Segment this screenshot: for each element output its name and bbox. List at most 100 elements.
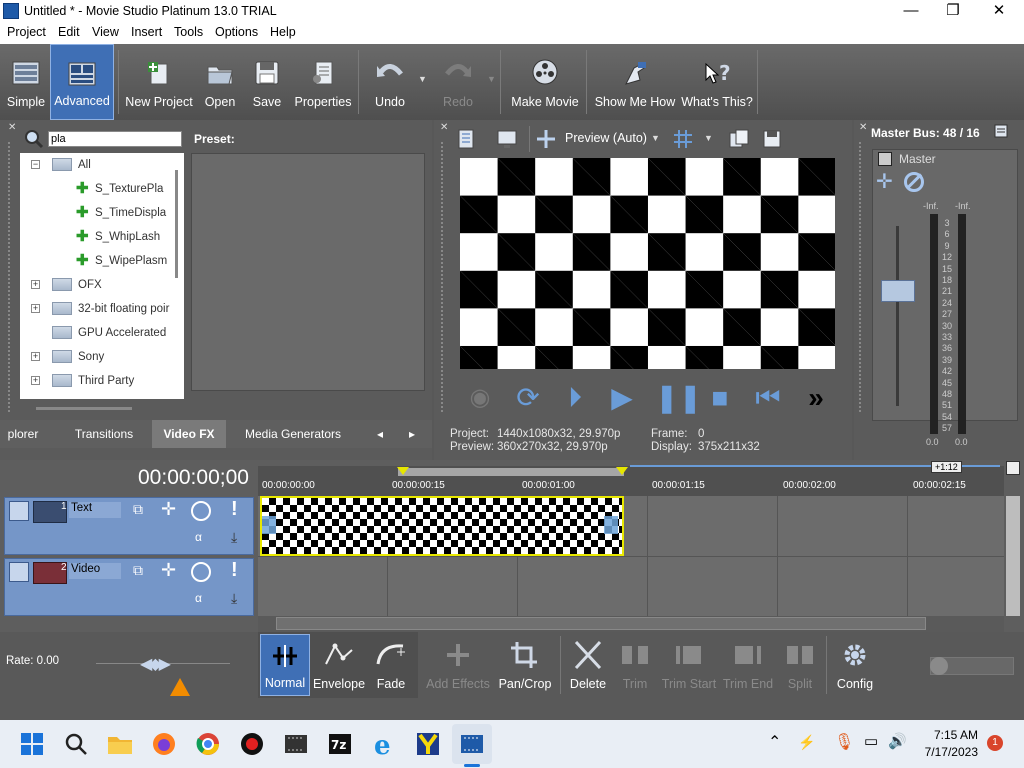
timeline-vertical-scrollbar[interactable] [1006,496,1020,616]
video-output-fx-icon[interactable] [456,128,478,150]
master-fx-icon[interactable]: ✛ [876,172,893,192]
copy-snapshot-icon[interactable] [728,128,750,150]
track-name-field[interactable]: Text [69,502,121,518]
chrome-icon[interactable] [192,728,224,760]
show-hidden-icons-chevron[interactable]: ⌃ [768,732,781,752]
track-header-text[interactable]: 1 Text ⧉ ✛ ! α ⤓ [4,497,254,555]
menu-help[interactable]: Help [270,25,296,39]
loop-start-marker[interactable] [397,467,409,475]
tree-expander-icon[interactable]: + [31,376,40,385]
close-button[interactable]: ✕ [976,0,1022,23]
timeline-ruler[interactable] [258,466,1004,496]
clip-end-handle[interactable] [604,516,618,534]
tree-item-fx[interactable]: ✚ S_TimeDispla [76,202,166,224]
track-alpha-icon[interactable]: α [195,530,202,544]
track-expand-keyframes-icon[interactable]: ⤓ [231,590,237,607]
stop-button[interactable]: ■ [704,382,736,414]
loop-playback-button[interactable]: ⟳ [512,382,544,414]
timeline-marker-button[interactable] [1006,461,1020,475]
timecode-display[interactable]: 00:00:00;00 [138,466,249,490]
track-fx-icon[interactable]: ✛ [161,560,176,581]
tree-expander-icon[interactable]: + [31,352,40,361]
display-icon[interactable]: ▭ [864,732,878,750]
yandex-icon[interactable] [412,728,444,760]
menu-tools[interactable]: Tools [174,25,203,39]
minimize-button[interactable]: — [888,0,934,23]
rate-slider-handle-icon[interactable]: ◀◆▶ [140,654,171,674]
tree-item-folder[interactable]: + Sony [31,346,104,368]
overlays-grid-icon[interactable] [672,128,694,150]
tree-item-fx[interactable]: ✚ S_WhipLash [76,226,160,248]
track-header-video[interactable]: 2 Video ⧉ ✛ ! α ⤓ [4,558,254,616]
pause-button[interactable]: ❚❚ [655,382,702,414]
delete-button[interactable]: Delete [566,634,610,696]
undo-dropdown-icon[interactable]: ▼ [418,74,427,84]
track-mute-icon[interactable] [191,501,211,521]
volume-icon[interactable]: 🔊 [888,732,907,750]
open-button[interactable]: Open [198,44,242,120]
mixer-menu-icon[interactable] [994,124,1008,138]
tab-scroll-right[interactable]: ▸ [400,420,424,448]
tree-item-folder[interactable]: +32-bit floating poir [31,298,169,320]
tree-item-folder[interactable]: + OFX [31,274,102,296]
menu-project[interactable]: Project [7,25,46,39]
track-alpha-icon[interactable]: α [195,591,202,605]
play-from-start-button[interactable]: ⏵ [559,382,591,414]
tab-explorer[interactable]: plorer [0,420,46,448]
master-fader-track[interactable] [896,226,899,406]
simple-button[interactable]: Simple [3,44,49,120]
clip-start-handle[interactable] [262,516,276,534]
master-close-icon[interactable]: ✕ [859,122,867,133]
zoom-slider-handle[interactable] [930,657,948,675]
tab-video-fx[interactable]: Video FX [152,420,226,448]
menu-options[interactable]: Options [215,25,258,39]
tree-item-fx[interactable]: ✚ S_TexturePla [76,178,163,200]
tree-expander-icon[interactable]: − [31,160,40,169]
compositing-mode-icon[interactable]: ⧉ [133,501,151,519]
video-clip-event[interactable] [260,496,624,556]
play-button[interactable]: ▶ [606,382,638,414]
overlays-chevron-icon[interactable]: ▼ [704,133,713,143]
tab-transitions[interactable]: Transitions [66,420,142,448]
save-button[interactable]: Save [246,44,288,120]
microphone-icon[interactable]: 🎙 [834,732,854,752]
track-expand-button[interactable] [9,562,29,582]
preview-quality-dropdown[interactable]: Preview (Auto) [565,131,647,145]
menu-insert[interactable]: Insert [131,25,162,39]
compositing-mode-icon[interactable]: ⧉ [133,562,151,580]
file-explorer-icon[interactable] [104,728,136,760]
seven-zip-icon[interactable]: 7z [324,728,356,760]
tree-item-folder[interactable]: GPU Accelerated [52,322,166,344]
panel-close-icon[interactable]: ✕ [8,122,16,133]
internet-explorer-icon[interactable]: e [368,728,400,760]
preview-gripper[interactable] [441,142,447,412]
network-icon[interactable]: ⚡ [798,734,815,751]
external-monitor-icon[interactable] [496,128,518,150]
playhead-marker-icon[interactable] [170,678,190,696]
go-to-start-button[interactable]: ⏮ [752,382,784,414]
advanced-button[interactable]: Advanced [50,44,114,120]
save-snapshot-icon[interactable] [761,128,783,150]
tree-item-fx[interactable]: ✚ S_WipePlasm [76,250,167,272]
clock-time[interactable]: 7:15 AM [932,728,978,742]
loop-region-bar[interactable] [398,468,624,476]
show-me-how-button[interactable]: Show Me How [594,44,676,120]
panel-gripper[interactable] [8,142,14,412]
tree-expander-icon[interactable]: + [31,304,40,313]
config-button[interactable]: Config [830,634,880,696]
timeline-scroll-thumb[interactable] [276,617,926,630]
pan-crop-button[interactable]: Pan/Crop [496,634,554,696]
menu-view[interactable]: View [92,25,119,39]
search-input[interactable] [48,131,182,147]
firefox-icon[interactable] [148,728,180,760]
search-taskbar-icon[interactable] [60,728,92,760]
new-project-button[interactable]: New Project [124,44,194,120]
track-mute-icon[interactable] [191,562,211,582]
next-frame-button[interactable]: » [800,382,832,414]
preview-close-icon[interactable]: ✕ [440,122,448,133]
menu-edit[interactable]: Edit [58,25,80,39]
whats-this-button[interactable]: ? What's This? [680,44,754,120]
tab-scroll-left[interactable]: ◂ [368,420,392,448]
envelope-tool-button[interactable]: Envelope [312,634,366,696]
properties-button[interactable]: Properties [292,44,354,120]
